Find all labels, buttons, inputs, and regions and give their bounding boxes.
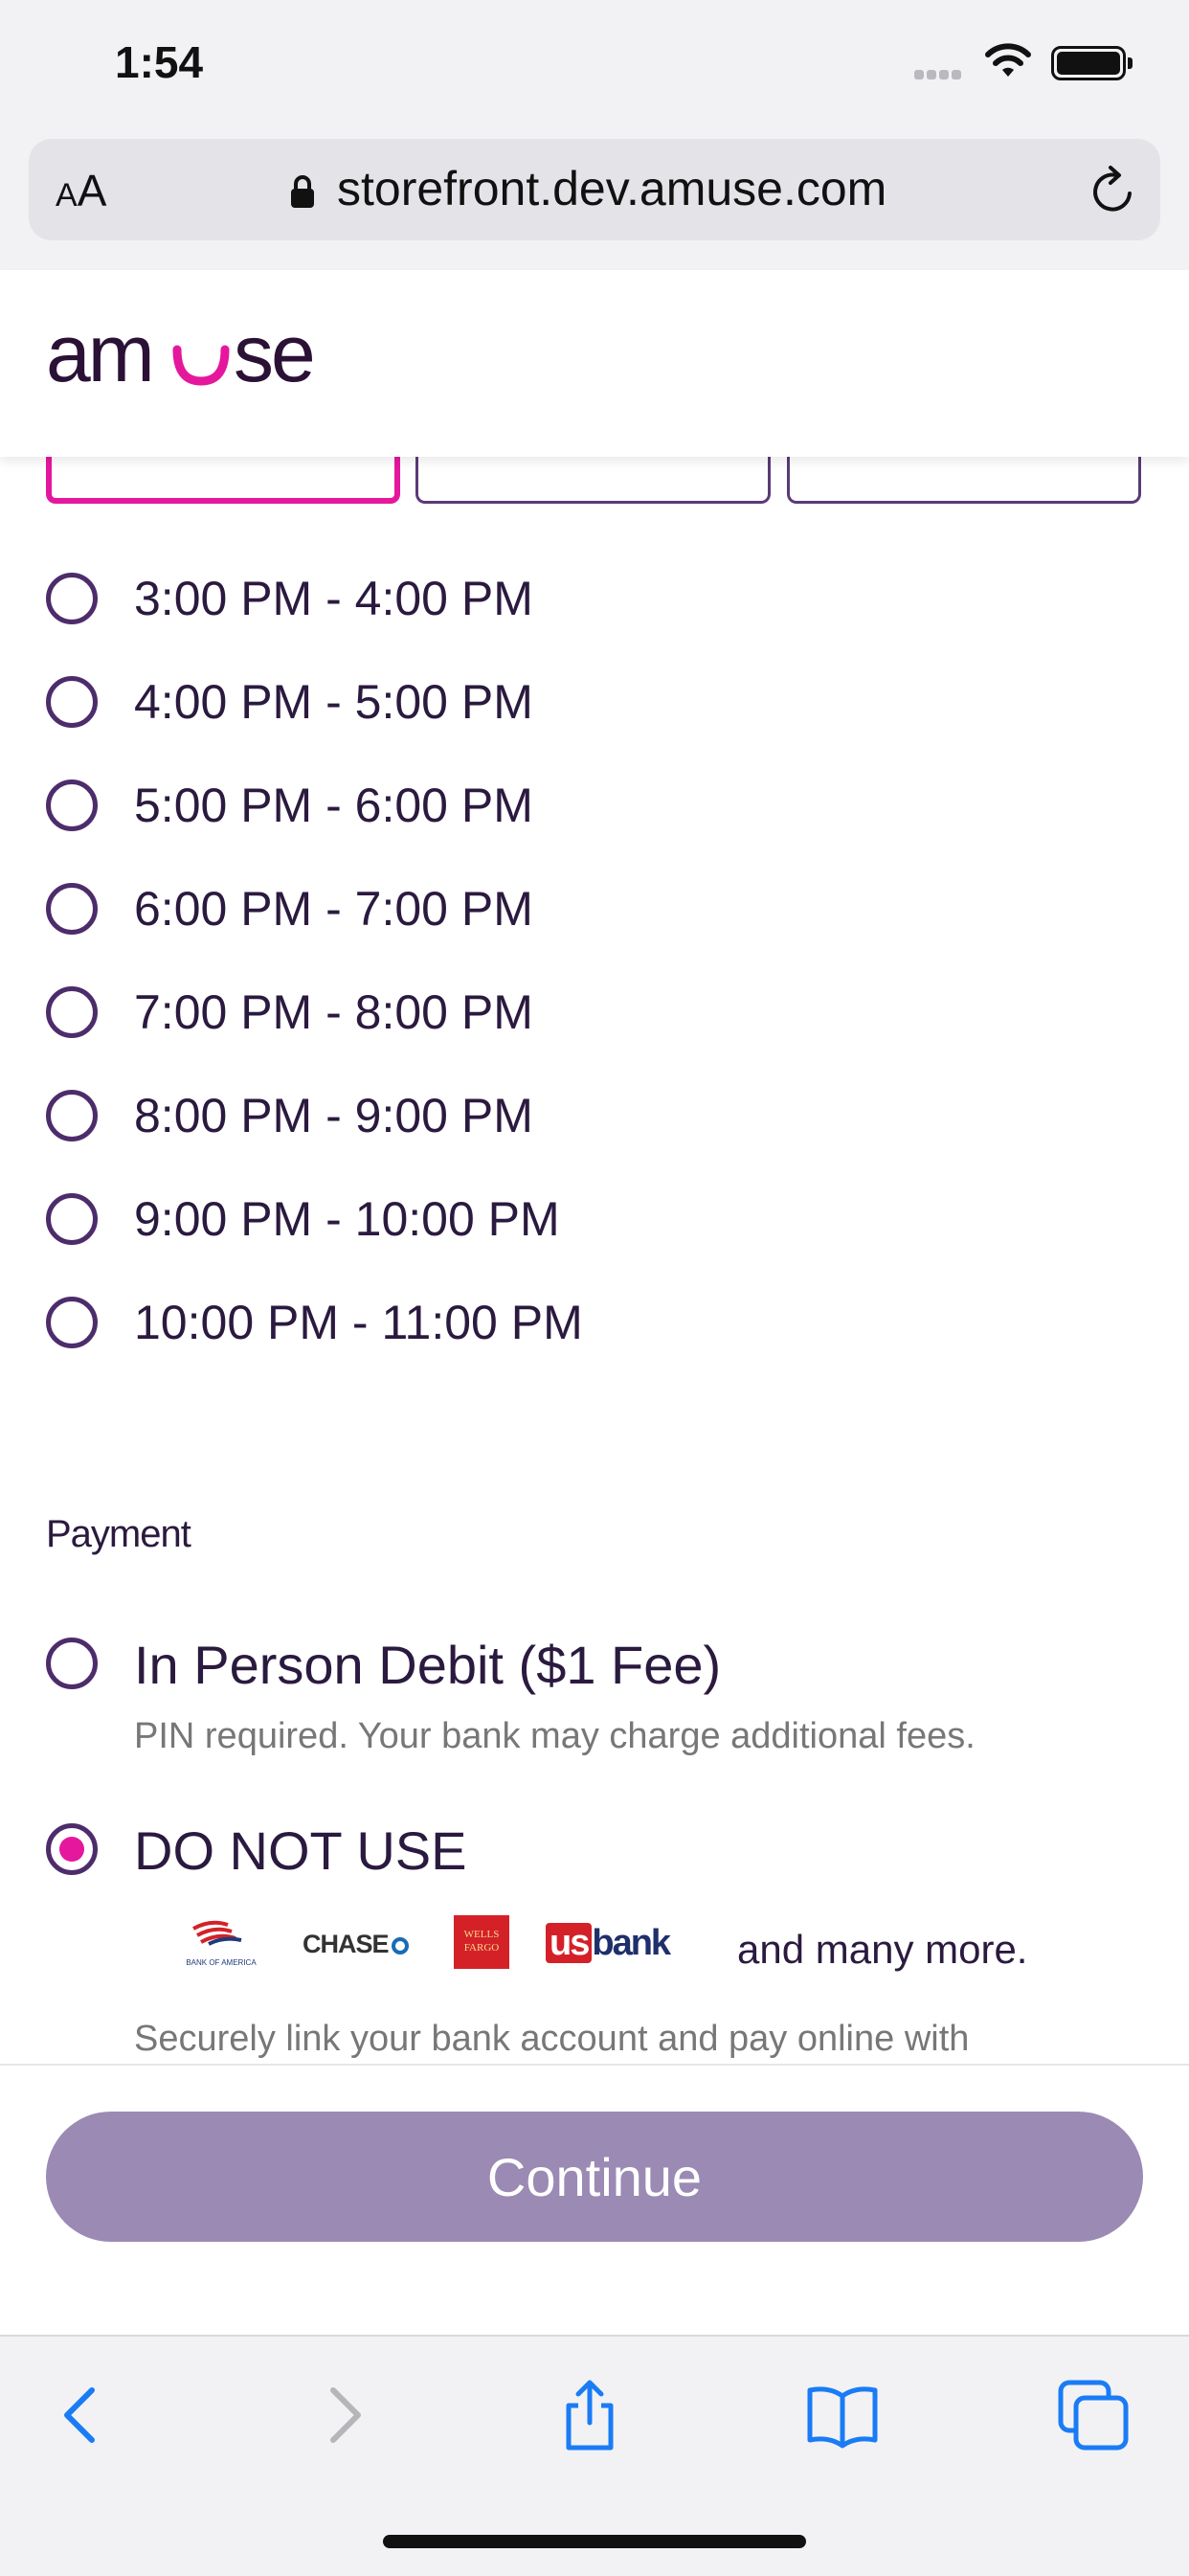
payment-heading: Payment [46,1513,191,1555]
cellular-signal-icon [914,67,970,80]
payment-option-label: In Person Debit ($1 Fee) [134,1635,722,1695]
time-slot-option[interactable]: 5:00 PM - 6:00 PM [46,770,908,847]
banks-suffix-text: and many more. [737,1927,1028,1972]
payment-option-in-person-debit[interactable]: In Person Debit ($1 Fee) PIN required. Y… [46,1634,1147,1768]
time-slot-option[interactable]: 8:00 PM - 9:00 PM [46,1080,908,1157]
svg-text:se: se [234,308,313,398]
status-time: 1:54 [115,37,204,87]
radio-button[interactable] [46,1193,98,1245]
continue-button[interactable]: Continue [46,2112,1143,2242]
radio-button[interactable] [46,573,98,624]
time-slot-label: 9:00 PM - 10:00 PM [134,1192,560,1246]
forward-icon[interactable] [303,2377,379,2453]
radio-button[interactable] [46,676,98,728]
time-slot-label: 6:00 PM - 7:00 PM [134,882,533,936]
time-slot-option[interactable]: 6:00 PM - 7:00 PM [46,873,908,950]
radio-button[interactable] [46,1638,98,1689]
time-slot-label: 7:00 PM - 8:00 PM [134,985,533,1039]
wells-fargo-logo: WELLS FARGO [454,1915,509,1969]
home-indicator [383,2535,806,2548]
time-slot-option[interactable]: 3:00 PM - 4:00 PM [46,563,908,640]
radio-button[interactable] [46,986,98,1038]
time-slot-option[interactable]: 7:00 PM - 8:00 PM [46,977,908,1053]
svg-text:BANK OF AMERICA: BANK OF AMERICA [186,1958,257,1967]
wifi-icon [985,43,1031,77]
time-slot-option[interactable]: 10:00 PM - 11:00 PM [46,1287,908,1364]
time-slot-option[interactable]: 9:00 PM - 10:00 PM [46,1184,908,1260]
bookmarks-icon[interactable] [804,2377,881,2453]
time-slot-label: 5:00 PM - 6:00 PM [134,779,533,832]
time-slot-label: 8:00 PM - 9:00 PM [134,1089,533,1142]
reload-icon[interactable] [1088,163,1137,216]
payment-option-label: DO NOT USE [134,1820,467,1881]
battery-icon [1051,46,1133,80]
url-text[interactable]: storefront.dev.amuse.com [337,161,886,216]
radio-button[interactable] [46,1297,98,1348]
time-slot-label: 10:00 PM - 11:00 PM [134,1296,583,1349]
text-size-button[interactable]: AA [56,165,106,216]
payment-option-description: PIN required. Your bank may charge addit… [134,1716,976,1756]
payment-option-do-not-use[interactable]: DO NOT USE [46,1819,1147,1896]
tabs-icon[interactable] [1055,2377,1132,2453]
radio-button[interactable] [46,780,98,831]
radio-button-selected[interactable] [46,1823,98,1875]
time-slot-option[interactable]: 4:00 PM - 5:00 PM [46,667,908,743]
us-bank-logo: us bank [546,1923,671,1964]
radio-button[interactable] [46,883,98,935]
radio-button[interactable] [46,1090,98,1141]
link-bank-description: Securely link your bank account and pay … [134,2019,970,2059]
bank-of-america-logo: BANK OF AMERICA [186,1920,257,1967]
amuse-logo[interactable]: am se [46,306,333,402]
svg-text:am: am [46,308,152,398]
share-icon[interactable] [551,2377,628,2453]
lock-icon [291,175,314,208]
back-icon[interactable] [46,2377,123,2453]
time-slot-label: 3:00 PM - 4:00 PM [134,572,533,625]
time-slot-label: 4:00 PM - 5:00 PM [134,675,533,729]
chase-logo: CHASE [303,1930,417,1985]
